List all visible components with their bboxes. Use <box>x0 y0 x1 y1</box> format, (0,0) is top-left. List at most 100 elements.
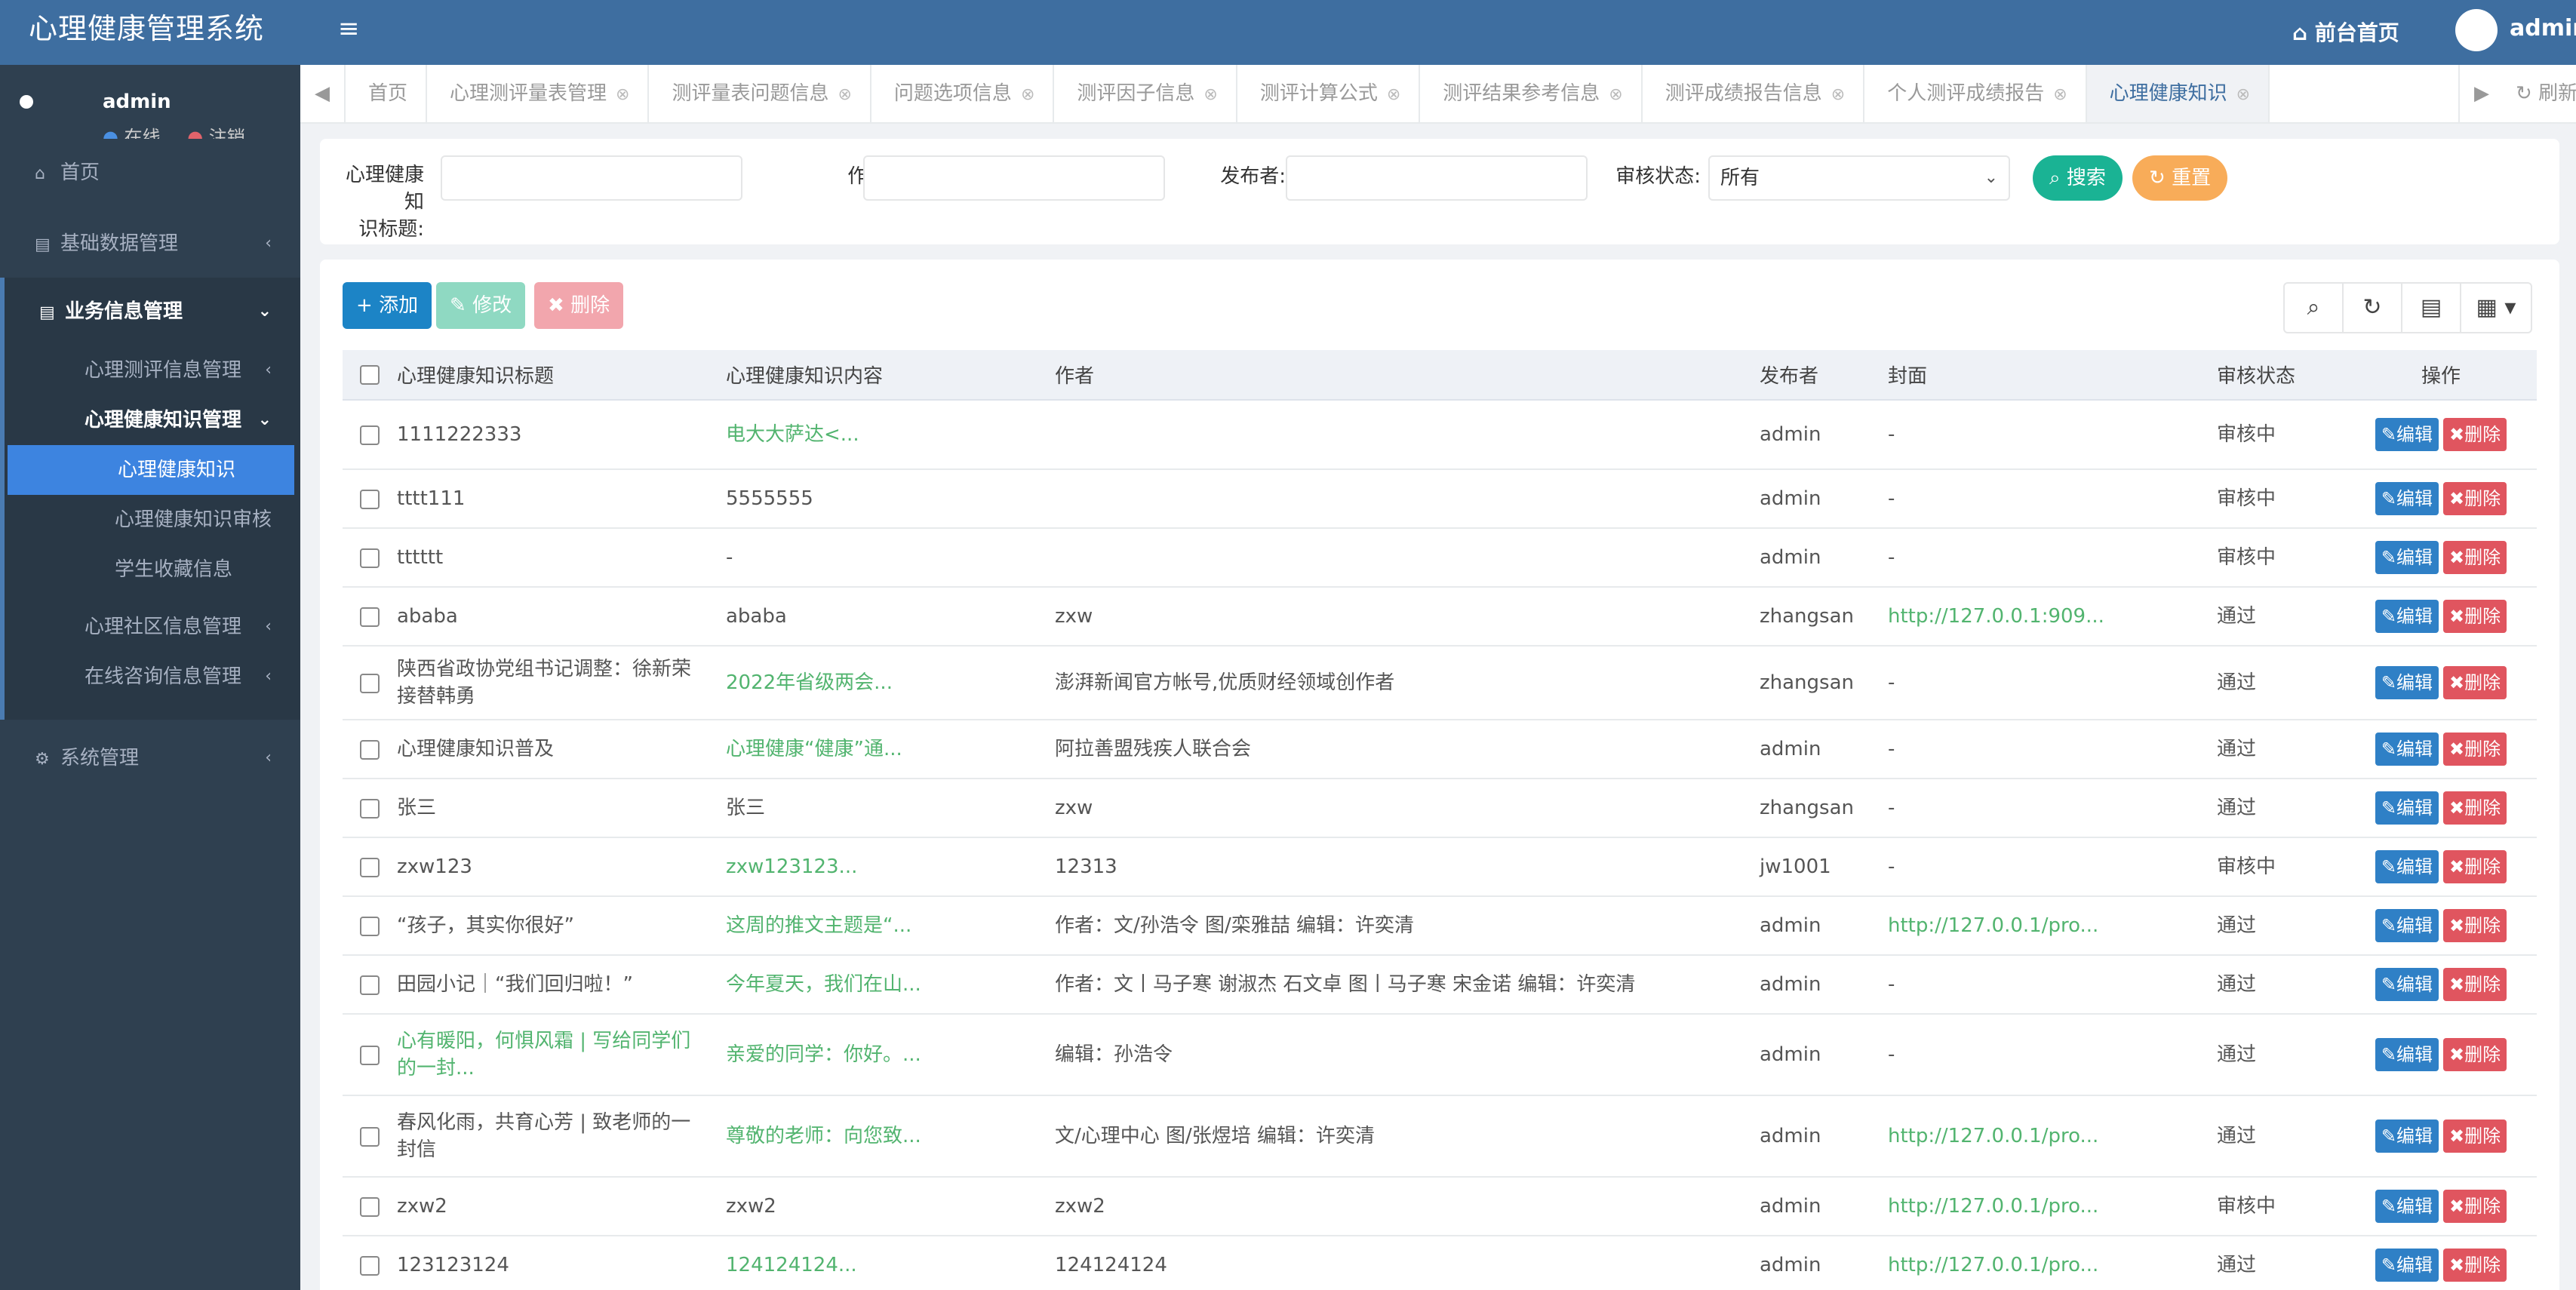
row-checkbox[interactable] <box>360 548 380 568</box>
cell-content[interactable]: 心理健康“健康”通... <box>726 720 1055 779</box>
sidebar-item-system[interactable]: ⚙ 系统管理 ‹ <box>0 724 300 792</box>
tab-close-icon[interactable]: ⊗ <box>1831 85 1845 104</box>
sidebar-item-knowledge[interactable]: 心理健康知识管理 ⌄ <box>5 395 300 445</box>
select-all-checkbox[interactable] <box>360 365 380 385</box>
cell-content[interactable]: 这周的推文主题是“... <box>726 896 1055 956</box>
tab-2[interactable]: 测评量表问题信息 ⊗ <box>649 65 871 122</box>
row-checkbox[interactable] <box>360 425 380 445</box>
tab-close-icon[interactable]: ⊗ <box>1387 85 1400 104</box>
cell-cover[interactable]: http://127.0.0.1/pro... <box>1888 1177 2217 1236</box>
row-edit-button[interactable]: ✎编辑 <box>2375 1249 2439 1282</box>
tab-0[interactable]: 首页 <box>346 65 428 122</box>
sidebar-item-basic-data[interactable]: ▤ 基础数据管理 ‹ <box>0 210 300 278</box>
row-edit-button[interactable]: ✎编辑 <box>2375 666 2439 699</box>
header-avatar[interactable] <box>2455 9 2498 51</box>
table-row[interactable]: ababa ababa zxw zhangsan http://127.0.0.1:90… <box>343 587 2537 647</box>
row-delete-button[interactable]: ✖删除 <box>2443 1249 2507 1282</box>
cell-content[interactable]: zxw123123... <box>726 837 1055 897</box>
row-edit-button[interactable]: ✎编辑 <box>2375 909 2439 942</box>
col-author[interactable]: 作者 <box>1055 350 1760 401</box>
status-logout[interactable]: ● 注销 <box>187 122 245 139</box>
table-row[interactable]: 123123124 124124124... 124124124 admin http:… <box>343 1236 2537 1290</box>
tab-9[interactable]: 心理健康知识 ⊗ <box>2086 65 2270 122</box>
row-delete-button[interactable]: ✖删除 <box>2443 418 2507 451</box>
sidebar-item-eval[interactable]: 心理测评信息管理 ‹ <box>5 346 300 395</box>
tab-close-icon[interactable]: ⊗ <box>838 85 851 104</box>
row-edit-button[interactable]: ✎编辑 <box>2375 482 2439 515</box>
table-refresh-icon[interactable]: ↻ <box>2344 284 2402 332</box>
row-edit-button[interactable]: ✎编辑 <box>2375 1120 2439 1153</box>
row-delete-button[interactable]: ✖删除 <box>2443 541 2507 574</box>
edit-button[interactable]: ✎ 修改 <box>436 282 526 329</box>
sidebar-item-knowledge-review[interactable]: 心理健康知识审核 <box>5 495 300 545</box>
row-edit-button[interactable]: ✎编辑 <box>2375 850 2439 883</box>
col-publisher[interactable]: 发布者 <box>1760 350 1888 401</box>
row-checkbox[interactable] <box>360 975 380 995</box>
tab-4[interactable]: 测评因子信息 ⊗ <box>1054 65 1237 122</box>
tab-close-icon[interactable]: ⊗ <box>2236 85 2250 104</box>
row-checkbox[interactable] <box>360 489 380 509</box>
row-checkbox[interactable] <box>360 1196 380 1217</box>
header-user-name[interactable]: admin <box>2510 15 2576 41</box>
table-row[interactable]: 田园小记｜“我们回归啦！” 今年夏天，我们在山... 作者：文丨马子寒 谢淑杰 石文… <box>343 955 2537 1015</box>
row-checkbox[interactable] <box>360 798 380 819</box>
row-checkbox[interactable] <box>360 739 380 760</box>
add-button[interactable]: + 添加 <box>343 282 432 329</box>
row-checkbox[interactable] <box>360 607 380 627</box>
table-toggle-view-icon[interactable]: ▤ <box>2402 284 2461 332</box>
title-search-input[interactable] <box>441 155 742 201</box>
tab-close-icon[interactable]: ⊗ <box>2053 85 2067 104</box>
col-content[interactable]: 心理健康知识内容 <box>726 350 1055 401</box>
row-checkbox[interactable] <box>360 673 380 693</box>
row-delete-button[interactable]: ✖删除 <box>2443 1038 2507 1071</box>
tab-close-icon[interactable]: ⊗ <box>1609 85 1622 104</box>
cell-content[interactable]: 2022年省级两会... <box>726 646 1055 720</box>
tabs-scroll-left-icon[interactable]: ◀ <box>300 65 346 122</box>
table-columns-icon[interactable]: ▦ ▾ <box>2461 284 2531 332</box>
sidebar-item-business[interactable]: ▤ 业务信息管理 ⌄ <box>5 278 300 346</box>
row-edit-button[interactable]: ✎编辑 <box>2375 1190 2439 1223</box>
row-delete-button[interactable]: ✖删除 <box>2443 850 2507 883</box>
tab-1[interactable]: 心理测评量表管理 ⊗ <box>427 65 650 122</box>
row-delete-button[interactable]: ✖删除 <box>2443 733 2507 766</box>
table-row[interactable]: 心有暖阳，何惧风霜 | 写给同学们的一封... 亲爱的同学：你好。... 编辑：孙浩… <box>343 1014 2537 1096</box>
row-edit-button[interactable]: ✎编辑 <box>2375 968 2439 1001</box>
row-delete-button[interactable]: ✖删除 <box>2443 1120 2507 1153</box>
table-row[interactable]: 陕西省政协党组书记调整：徐新荣接替韩勇 2022年省级两会... 澎湃新闻官方帐号,… <box>343 646 2537 720</box>
reset-button[interactable]: ↻ 重置 <box>2132 155 2228 201</box>
cell-content[interactable]: 电大大萨达<... <box>726 400 1055 470</box>
menu-toggle-icon[interactable]: ≡ <box>338 14 360 44</box>
row-delete-button[interactable]: ✖删除 <box>2443 666 2507 699</box>
col-cover[interactable]: 封面 <box>1888 350 2217 401</box>
row-checkbox[interactable] <box>360 916 380 936</box>
tab-5[interactable]: 测评计算公式 ⊗ <box>1237 65 1421 122</box>
tab-6[interactable]: 测评结果参考信息 ⊗ <box>1420 65 1643 122</box>
tab-7[interactable]: 测评成绩报告信息 ⊗ <box>1643 65 1865 122</box>
refresh-tab-button[interactable]: ↻ 刷新 <box>2516 65 2576 122</box>
cell-cover[interactable]: http://127.0.0.1/pro... <box>1888 896 2217 956</box>
table-row[interactable]: 张三 张三 zxw zhangsan - 通过 ✎编辑 ✖删除 <box>343 779 2537 838</box>
publisher-search-input[interactable] <box>1286 155 1588 201</box>
front-home-link[interactable]: ⌂ 前台首页 <box>2292 17 2399 47</box>
row-delete-button[interactable]: ✖删除 <box>2443 791 2507 825</box>
table-row[interactable]: tttt111 5555555 admin - 审核中 ✎编辑 ✖删除 <box>343 469 2537 529</box>
row-delete-button[interactable]: ✖删除 <box>2443 909 2507 942</box>
sidebar-item-knowledge-list[interactable]: 心理健康知识 <box>8 445 294 495</box>
cell-cover[interactable]: http://127.0.0.1:909... <box>1888 587 2217 647</box>
status-online[interactable]: ● 在线 <box>103 122 161 139</box>
delete-button[interactable]: ✖ 删除 <box>534 282 624 329</box>
row-delete-button[interactable]: ✖删除 <box>2443 600 2507 633</box>
row-delete-button[interactable]: ✖删除 <box>2443 1190 2507 1223</box>
row-checkbox[interactable] <box>360 857 380 877</box>
col-status[interactable]: 审核状态 <box>2217 350 2345 401</box>
row-delete-button[interactable]: ✖删除 <box>2443 968 2507 1001</box>
author-search-input[interactable] <box>863 155 1165 201</box>
row-edit-button[interactable]: ✎编辑 <box>2375 418 2439 451</box>
table-row[interactable]: zxw2 zxw2 zxw2 admin http://127.0.0.1/pro...… <box>343 1177 2537 1236</box>
cell-cover[interactable]: http://127.0.0.1/pro... <box>1888 1236 2217 1290</box>
cell-content[interactable]: 今年夏天，我们在山... <box>726 955 1055 1015</box>
row-edit-button[interactable]: ✎编辑 <box>2375 541 2439 574</box>
table-row[interactable]: 1111222333 电大大萨达<... admin - 审核中 ✎编辑 ✖删除 <box>343 400 2537 470</box>
cell-content[interactable]: 亲爱的同学：你好。... <box>726 1014 1055 1096</box>
row-edit-button[interactable]: ✎编辑 <box>2375 791 2439 825</box>
